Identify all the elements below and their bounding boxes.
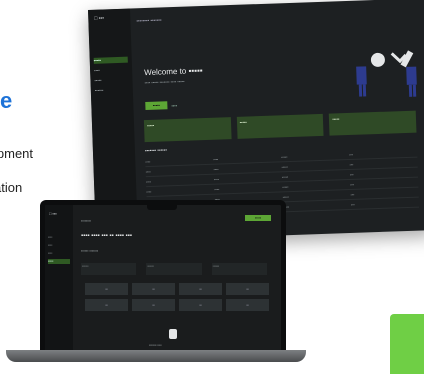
monitor-nav-item[interactable]: ▪▪▪▪▪ <box>94 77 128 84</box>
upload-label: ▪▪▪▪▪▪▪ ▪▪▪▪ <box>149 343 162 347</box>
stat-card[interactable]: ▪▪▪▪▪ <box>329 110 417 136</box>
table-cell: ▪▪▪▪ <box>214 187 220 192</box>
breadcrumb[interactable]: ▪▪▪▪▪▪▪▪ <box>81 219 91 223</box>
table-cell: ▪▪▪▪ <box>145 159 151 164</box>
laptop-screen: □ ▪▪▪ ▪▪▪▪ ▪▪▪▪ ▪▪▪▪ ▪▪▪▪▪ ▪▪▪▪▪▪▪▪ ▪▪▪▪… <box>40 200 286 357</box>
monitor-logo: □ ▪▪▪ <box>94 15 105 22</box>
option-tile[interactable]: ▪▪ <box>226 283 269 295</box>
page-title: ▪▪▪▪ ▪▪▪▪ ▪▪▪ ▪▪ ▪▪▪▪ ▪▪▪ <box>81 233 132 239</box>
monitor-nav: ▪▪▪▪▪ ▪▪▪▪ ▪▪▪▪▪ ▪▪▪▪▪▪ <box>93 56 129 98</box>
background-line-1: ipment <box>0 146 34 161</box>
table-cell: ▪▪▪ <box>350 192 355 197</box>
background-heading: e <box>0 88 13 113</box>
laptop-logo: □ ▪▪▪ <box>49 211 57 216</box>
section-label: ▪▪▪▪▪▪ ▪▪▪▪▪▪▪ <box>81 249 99 253</box>
table-cell: ▪▪▪▪▪ <box>281 164 288 169</box>
stat-card-label: ▪▪▪▪▪ <box>146 122 155 129</box>
table-cell: ▪▪▪▪▪ <box>281 174 289 179</box>
monitor-nav-item[interactable]: ▪▪▪▪ <box>94 67 128 74</box>
laptop-nav-item[interactable]: ▪▪▪▪▪ <box>48 259 70 264</box>
option-tile[interactable]: ▪▪ <box>85 299 128 311</box>
stat-card[interactable]: ▪▪▪▪▪ <box>236 113 324 139</box>
table-cell: ▪▪▪▪ <box>145 169 151 174</box>
form-field[interactable]: ▪▪▪▪▪▪ <box>211 263 267 275</box>
upload-icon[interactable] <box>169 329 177 339</box>
table-cell: ▪▪▪ <box>349 162 354 167</box>
hero-link[interactable]: ▪▪▪▪ <box>171 103 177 108</box>
table-cell: ▪▪▪▪ <box>146 189 152 194</box>
table-cell: ▪▪▪▪ <box>213 177 220 182</box>
stat-card[interactable]: ▪▪▪▪▪ <box>143 117 232 143</box>
laptop-nav-item[interactable]: ▪▪▪▪ <box>48 251 70 256</box>
form-field[interactable]: ▪▪▪▪▪▪ <box>146 263 202 275</box>
option-tile[interactable]: ▪▪ <box>179 283 222 295</box>
hero-subtitle: ▪▪▪▪ ▪▪▪▪▪ ▪▪▪▪▪▪▪ ▪▪▪▪ ▪▪▪▪▪ <box>144 78 185 86</box>
stat-card-label: ▪▪▪▪▪ <box>239 119 247 125</box>
form-fields: ▪▪▪▪▪▪ ▪▪▪▪▪▪ ▪▪▪▪▪▪ <box>81 263 267 275</box>
table-cell: ▪▪▪ <box>350 202 355 207</box>
laptop-notch <box>147 205 177 210</box>
table-cell: ▪▪▪ <box>349 172 354 177</box>
hero-title: Welcome to ▪▪▪▪▪ <box>144 66 203 78</box>
table-cell: ▪▪▪▪▪ <box>282 184 289 189</box>
monitor-nav-item[interactable]: ▪▪▪▪▪ <box>93 56 128 64</box>
table-cell: ▪▪▪▪▪ <box>282 204 290 209</box>
laptop-nav-item[interactable]: ▪▪▪▪ <box>48 243 70 248</box>
table-cell: ▪▪▪▪▪ <box>281 154 288 159</box>
stat-card-label: ▪▪▪▪▪ <box>332 116 340 122</box>
table-cell: ▪▪▪▪ <box>145 179 152 184</box>
monitor-nav-item[interactable]: ▪▪▪▪▪▪ <box>95 87 129 94</box>
table-cell: ▪▪▪▪ <box>213 167 219 172</box>
option-tile[interactable]: ▪▪ <box>85 283 128 295</box>
monitor-header: ▪▪▪▪▪▪▪▪ ▪▪▪▪▪▪▪ <box>136 17 162 24</box>
option-grid: ▪▪ ▪▪ ▪▪ ▪▪ ▪▪ ▪▪ ▪▪ ▪▪ <box>85 283 269 311</box>
laptop-nav: ▪▪▪▪ ▪▪▪▪ ▪▪▪▪ ▪▪▪▪▪ <box>48 235 70 267</box>
option-tile[interactable]: ▪▪ <box>132 283 175 295</box>
table-cell: ▪▪▪ <box>349 152 354 157</box>
accent-block <box>390 314 424 374</box>
robot-wrench-icon <box>356 50 417 97</box>
table-cell: ▪▪▪▪▪ <box>282 194 289 199</box>
table-cell: ▪▪▪ <box>350 182 355 187</box>
form-field[interactable]: ▪▪▪▪▪▪ <box>81 263 137 275</box>
table-cell: ▪▪▪▪ <box>213 157 219 162</box>
laptop-sidebar: □ ▪▪▪ ▪▪▪▪ ▪▪▪▪ ▪▪▪▪ ▪▪▪▪▪ <box>45 205 73 357</box>
hero-button[interactable]: ▪▪▪▪▪ <box>145 101 168 111</box>
option-tile[interactable]: ▪▪ <box>132 299 175 311</box>
laptop-nav-item[interactable]: ▪▪▪▪ <box>48 235 70 240</box>
option-tile[interactable]: ▪▪ <box>226 299 269 311</box>
primary-button[interactable]: ▪▪▪▪▪ <box>245 215 271 221</box>
background-line-2: ation <box>0 180 23 195</box>
laptop-base <box>6 350 306 362</box>
option-tile[interactable]: ▪▪ <box>179 299 222 311</box>
monitor-hero: Welcome to ▪▪▪▪▪ ▪▪▪▪ ▪▪▪▪▪ ▪▪▪▪▪▪▪ ▪▪▪▪… <box>137 36 421 118</box>
